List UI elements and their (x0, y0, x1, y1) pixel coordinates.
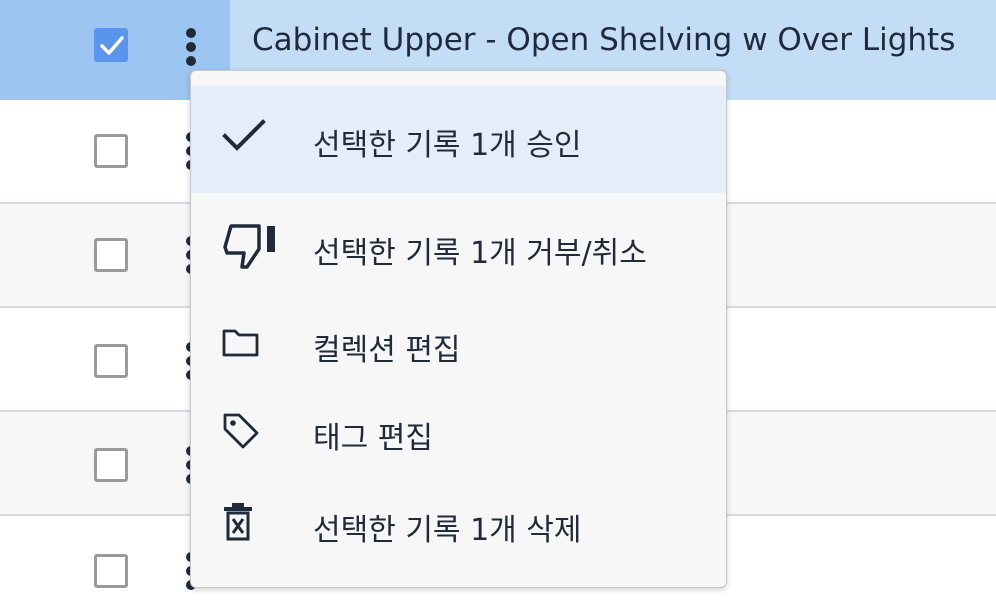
edit-collection-label: 컬렉션 편집 (313, 333, 461, 368)
row-checkbox[interactable] (94, 134, 128, 168)
thumbs-down-icon (221, 220, 279, 276)
checkmark-icon (221, 116, 267, 160)
delete-menu-item[interactable]: 선택한 기록 1개 삭제 (191, 475, 726, 575)
row-actions-kebab-icon[interactable] (184, 28, 198, 68)
approve-label: 선택한 기록 1개 승인 (313, 128, 582, 163)
approve-menu-item[interactable]: 선택한 기록 1개 승인 (191, 86, 726, 193)
checkmark-icon (100, 36, 124, 55)
edit-tags-label: 태그 편집 (313, 421, 433, 456)
row-checkbox[interactable] (94, 448, 128, 482)
edit-tags-menu-item[interactable]: 태그 편집 (191, 387, 726, 475)
row-checkbox[interactable] (94, 28, 128, 62)
reject-menu-item[interactable]: 선택한 기록 1개 거부/취소 (191, 196, 726, 292)
row-checkbox[interactable] (94, 554, 128, 588)
row-actions-menu: 선택한 기록 1개 승인 선택한 기록 1개 거부/취소 컬렉션 편집 태그 편… (190, 70, 727, 588)
reject-label: 선택한 기록 1개 거부/취소 (313, 236, 647, 271)
delete-label: 선택한 기록 1개 삭제 (313, 513, 582, 548)
row-checkbox[interactable] (94, 344, 128, 378)
edit-collection-menu-item[interactable]: 컬렉션 편집 (191, 297, 726, 387)
row-checkbox[interactable] (94, 238, 128, 272)
folder-icon (221, 327, 261, 363)
record-title: Cabinet Upper - Open Shelving w Over Lig… (252, 22, 956, 58)
trash-icon (221, 501, 257, 547)
tag-icon (221, 411, 261, 455)
